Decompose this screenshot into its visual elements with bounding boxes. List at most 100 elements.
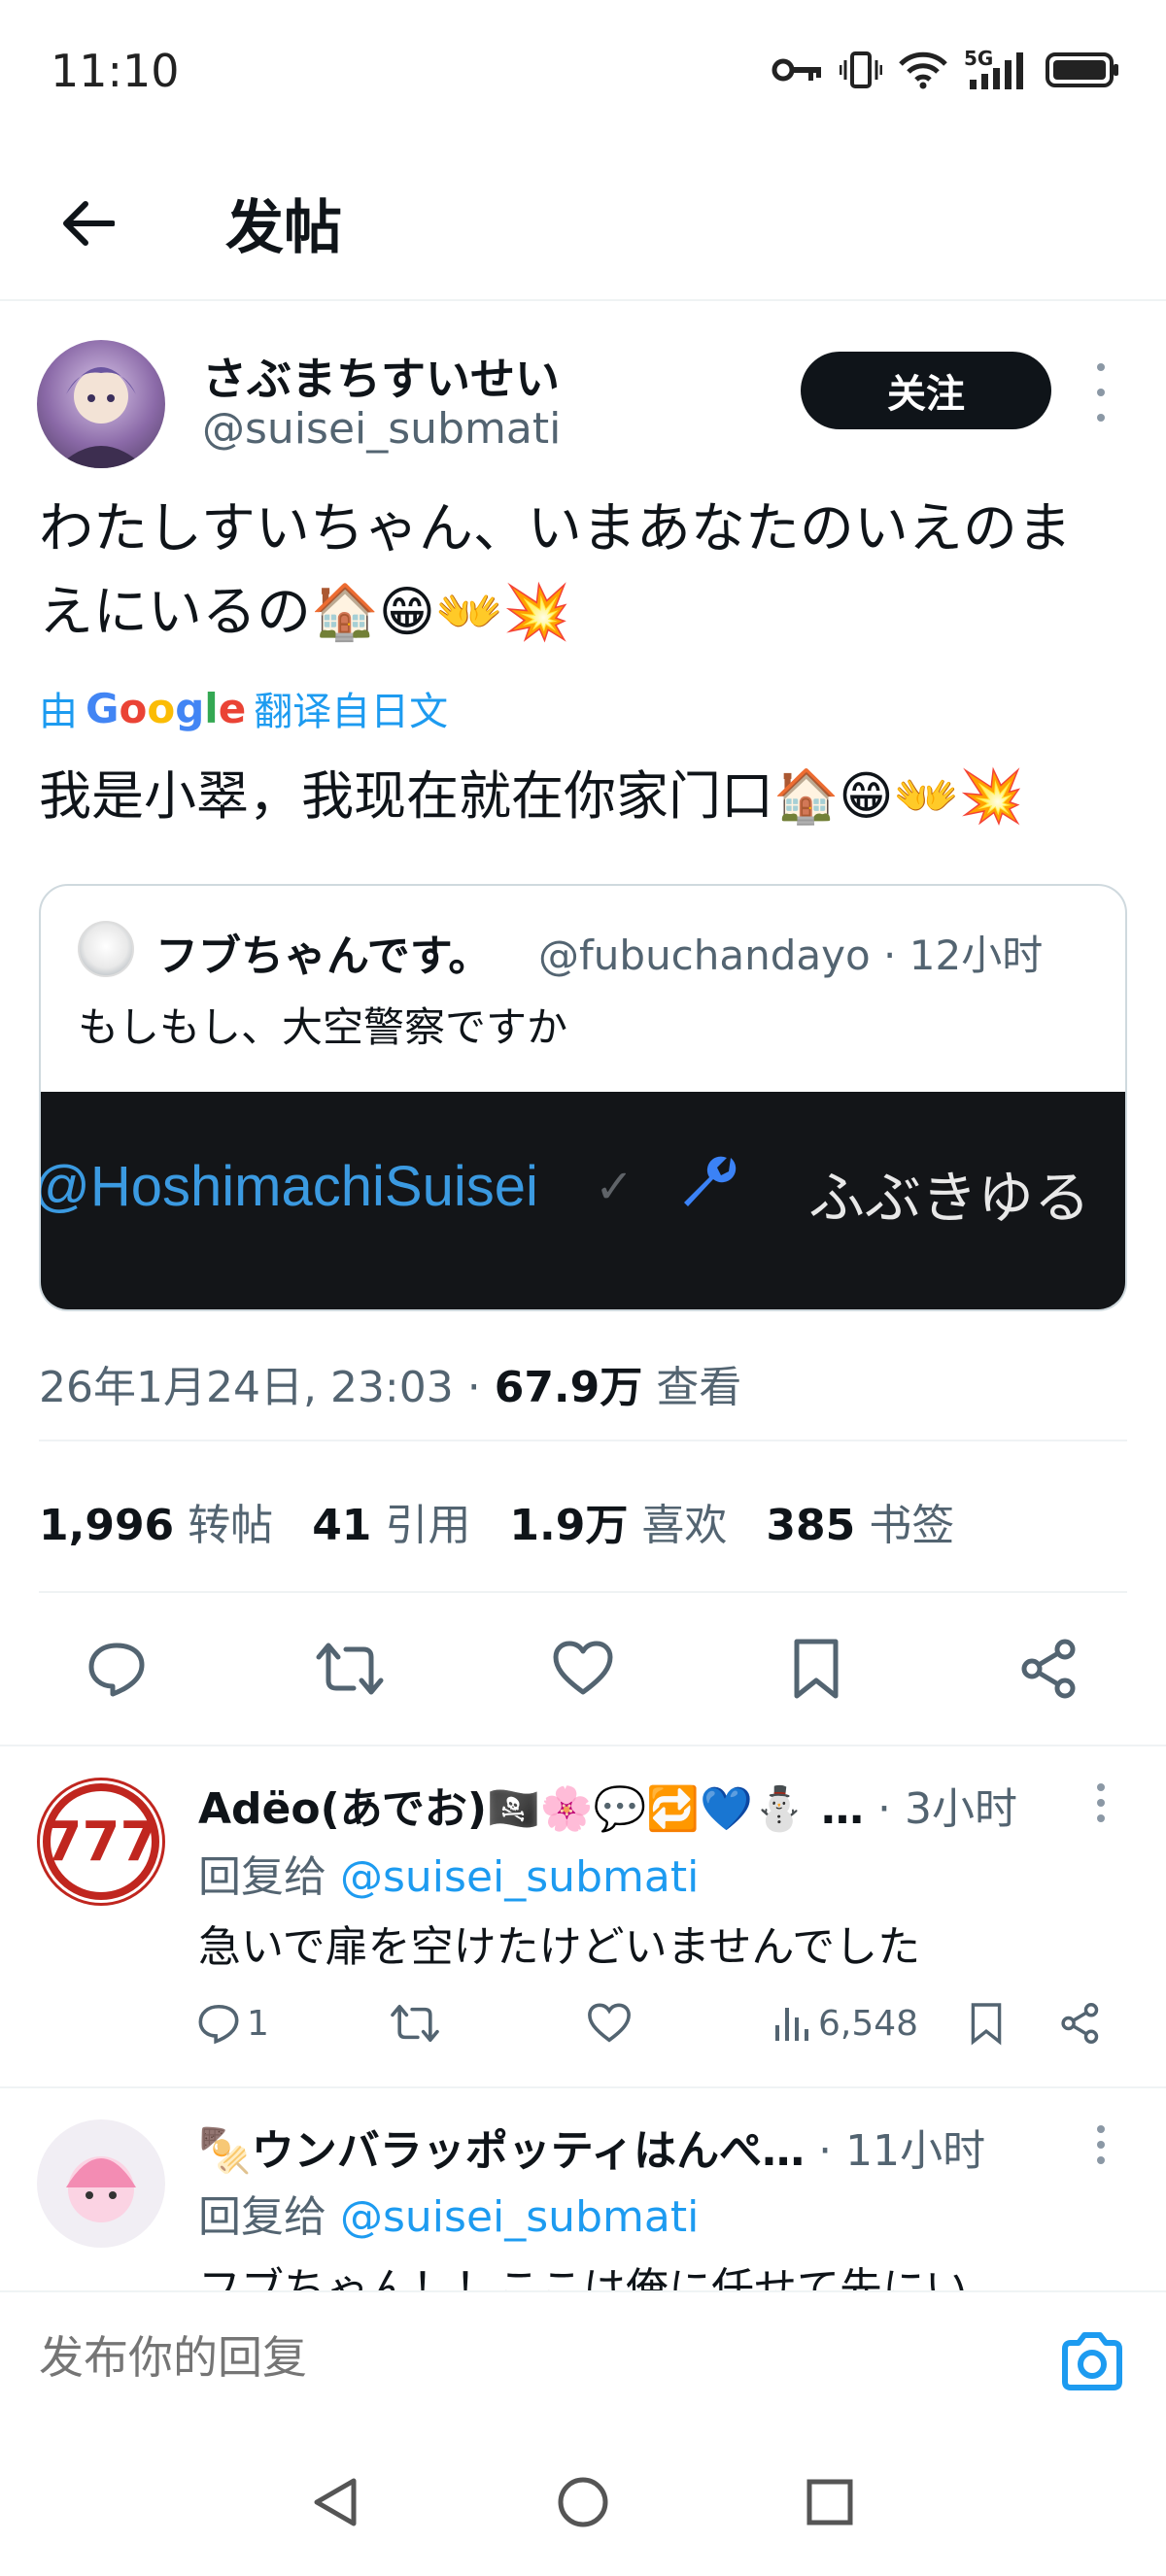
bookmarks-label: 书签	[869, 1501, 955, 1550]
reply-text: 急いで扉を空けたけどいませんでした	[198, 1922, 921, 1972]
bookmark-icon	[971, 2003, 1002, 2046]
views-label: 查看	[642, 1363, 742, 1412]
camera-button[interactable]	[1057, 2327, 1127, 2397]
reply-more-button[interactable]	[1079, 1783, 1123, 1822]
tweet-text-line: わたしすいちゃん、いまあなたのいえのま	[39, 497, 1072, 560]
reply-tweet[interactable]: 777 Adëo(あでお)🏴‍☠️🌸💬🔁💙⛄ … · 3小时 回复给 @suis…	[0, 1746, 1166, 2085]
quoted-tweet[interactable]: フブちゃんです。 @fubuchandayo · 12小时 もしもし、大空警察で…	[39, 884, 1127, 1311]
media-japanese-text: ふぶきゆる	[808, 1165, 1091, 1231]
divider	[39, 1440, 1127, 1441]
page-title: 发帖	[225, 194, 342, 262]
bookmarks-stat[interactable]: 385 书签	[766, 1490, 954, 1552]
reply-time: · 3小时	[864, 1784, 1017, 1834]
cellular-indicator: 5G	[964, 47, 1030, 91]
reply-icon	[88, 1643, 145, 1697]
quotes-stat[interactable]: 41 引用	[312, 1490, 470, 1552]
reply-to-handle[interactable]: @suisei_submati	[340, 2192, 699, 2242]
quote-text: もしもし、大空警察ですか	[78, 1003, 568, 1051]
reply-to-label: 回复给	[198, 2192, 340, 2242]
divider	[39, 1591, 1127, 1593]
more-dot-icon	[1097, 363, 1105, 371]
reply-name-line: Adëo(あでお)🏴‍☠️🌸💬🔁💙⛄ … · 3小时	[198, 1774, 1017, 1836]
system-navigation-bar	[0, 2428, 1166, 2576]
translate-suffix: 翻译自日文	[254, 690, 449, 734]
camera-icon	[1062, 2332, 1122, 2390]
repost-icon	[316, 1643, 384, 1695]
tweet-timestamp-views: 26年1月24日, 23:03 · 67.9万 查看	[39, 1352, 741, 1414]
like-button[interactable]	[534, 1620, 632, 1717]
bookmarks-count: 385	[766, 1501, 856, 1550]
more-options-button[interactable]	[1079, 363, 1123, 422]
translate-prefix: 由	[39, 690, 78, 734]
reply-name-line: 🍢ウンバラッポッティはんぺ… · 11小时	[198, 2116, 985, 2178]
nav-back-button[interactable]	[297, 2463, 375, 2541]
reply-action-bar: 1 6,548	[185, 1989, 1117, 2057]
more-dot-icon	[1097, 1799, 1105, 1807]
reply-views[interactable]: 6,548	[773, 1989, 918, 2057]
engagement-stats: 1,996 转帖 41 引用 1.9万 喜欢 385 书签	[39, 1490, 954, 1552]
back-button[interactable]	[49, 185, 126, 262]
reply-more-button[interactable]	[1079, 2125, 1123, 2164]
reply-author-name[interactable]: Adëo(あでお)🏴‍☠️🌸💬🔁💙⛄ …	[198, 1784, 864, 1834]
status-icons: 5G	[772, 47, 1119, 91]
key-icon	[772, 58, 821, 82]
svg-text:777: 777	[45, 1811, 158, 1874]
quote-media-image[interactable]: @HoshimachiSuisei ✓ ふぶきゆる	[41, 1092, 1125, 1309]
reply-input[interactable]	[39, 2331, 913, 2384]
more-dot-icon	[1097, 2156, 1105, 2164]
reply-share-button[interactable]	[1059, 1989, 1102, 2057]
bookmark-button[interactable]	[768, 1620, 865, 1717]
follow-button[interactable]: 关注	[801, 352, 1051, 429]
reply-reply-button[interactable]: 1	[196, 1989, 269, 2057]
circle-home-icon	[558, 2477, 608, 2527]
reply-to-line: 回复给 @suisei_submati	[198, 1842, 699, 1904]
back-arrow-icon	[63, 201, 115, 246]
square-recents-icon	[806, 2479, 853, 2525]
author-name[interactable]: さぶまちすいせい	[202, 344, 560, 408]
reply-compose-bar	[0, 2290, 1166, 2432]
share-icon	[1061, 2003, 1099, 2044]
wrench-icon	[684, 1156, 737, 1206]
more-dot-icon	[1097, 1814, 1105, 1822]
reply-to-label: 回复给	[198, 1852, 340, 1902]
repost-icon	[391, 2004, 439, 2043]
more-dot-icon	[1097, 2141, 1105, 2149]
reply-like-button[interactable]	[587, 1989, 632, 2057]
repost-button[interactable]	[301, 1620, 398, 1717]
translated-text: 我是小翠，我现在就在你家门口🏠😁👐💥	[39, 765, 1025, 827]
tweet-text-line: えにいるの🏠😁👐💥	[39, 581, 571, 644]
tweet-text: わたしすいちゃん、いまあなたのいえのま えにいるの🏠😁👐💥	[39, 488, 1137, 655]
author-avatar[interactable]	[37, 340, 165, 468]
signal-icon	[970, 52, 1023, 89]
reply-time: · 11小时	[805, 2126, 986, 2176]
reply-author-name[interactable]: 🍢ウンバラッポッティはんぺ…	[198, 2126, 805, 2176]
reply-avatar-art: 777	[43, 1783, 159, 1900]
nav-home-button[interactable]	[544, 2463, 622, 2541]
media-handle-text: @HoshimachiSuisei	[41, 1155, 538, 1218]
translation-attribution[interactable]: 由 Google 翻译自日文	[39, 680, 448, 736]
views-count[interactable]: 67.9万	[495, 1363, 643, 1412]
reply-tweet[interactable]: 🍢ウンバラッポッティはんぺ… · 11小时 回复给 @suisei_submat…	[0, 2088, 1166, 2290]
media-check-mark: ✓	[595, 1160, 634, 1214]
nav-recents-button[interactable]	[791, 2463, 869, 2541]
reply-button[interactable]	[68, 1620, 165, 1717]
top-app-bar: 发帖	[0, 146, 1166, 301]
google-logo: Google	[86, 684, 247, 732]
reply-repost-button[interactable]	[389, 1989, 441, 2057]
author-handle[interactable]: @suisei_submati	[202, 404, 561, 454]
reply-avatar[interactable]: 777	[37, 1778, 165, 1906]
reposts-stat[interactable]: 1,996 转帖	[39, 1490, 273, 1552]
reply-bookmark-button[interactable]	[968, 1989, 1005, 2057]
reply-avatar[interactable]	[37, 2119, 165, 2248]
triangle-back-icon	[314, 2478, 357, 2526]
more-dot-icon	[1097, 414, 1105, 422]
share-button[interactable]	[1001, 1620, 1098, 1717]
likes-stat[interactable]: 1.9万 喜欢	[509, 1490, 727, 1552]
reply-views-count: 6,548	[818, 2003, 919, 2044]
reposts-count: 1,996	[39, 1501, 175, 1550]
reply-avatar-art	[66, 2156, 136, 2222]
reply-to-handle[interactable]: @suisei_submati	[340, 1852, 699, 1902]
vibrate-icon	[840, 51, 882, 88]
quote-author-name: フブちゃんです。	[155, 932, 492, 981]
analytics-icon	[775, 2008, 808, 2041]
